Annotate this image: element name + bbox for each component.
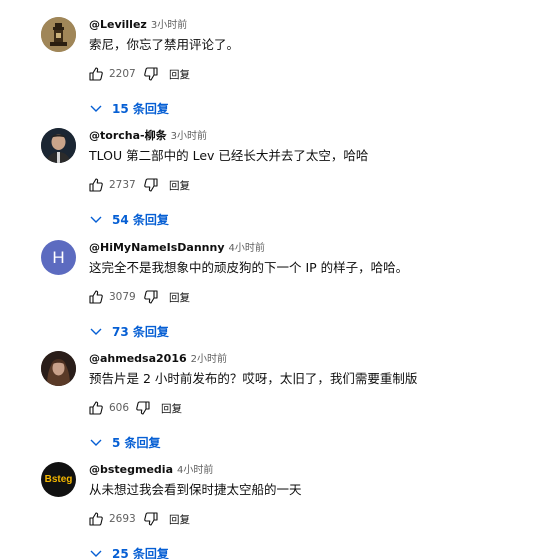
like-button[interactable] bbox=[86, 286, 106, 308]
timestamp[interactable]: 4小时前 bbox=[229, 243, 265, 254]
avatar[interactable]: Bsteg bbox=[41, 462, 76, 497]
chevron-down-icon bbox=[88, 211, 104, 227]
like-button[interactable] bbox=[86, 174, 106, 196]
avatar-logo-text: Bsteg bbox=[44, 474, 73, 485]
comment-item: Bsteg @bstegmedia 4小时前 从未想过我会看到保时捷太空船的一天 … bbox=[0, 462, 550, 559]
comment-text: 预告片是 2 小时前发布的？哎呀，太旧了，我们需要重制版 bbox=[89, 371, 418, 386]
view-replies-button[interactable]: 5 条回复 bbox=[88, 429, 161, 455]
like-button[interactable] bbox=[86, 397, 106, 419]
avatar[interactable] bbox=[41, 351, 76, 386]
reply-button[interactable]: 回复 bbox=[169, 178, 190, 193]
comment-item: @torcha-柳条 3小时前 TLOU 第二部中的 Lev 已经长大并去了太空，… bbox=[0, 128, 550, 239]
comment-actions: 2207 回复 bbox=[86, 63, 190, 85]
view-replies-button[interactable]: 15 条回复 bbox=[88, 95, 169, 121]
reply-button[interactable]: 回复 bbox=[169, 512, 190, 527]
replies-count-label: 25 条回复 bbox=[112, 546, 169, 559]
comment-header: @bstegmedia 4小时前 bbox=[89, 462, 213, 477]
thumbs-up-icon bbox=[89, 290, 103, 304]
author-name[interactable]: @HiMyNameIsDannny bbox=[89, 241, 225, 254]
reply-button[interactable]: 回复 bbox=[161, 401, 182, 416]
comment-actions: 3079 回复 bbox=[86, 286, 190, 308]
replies-count-label: 54 条回复 bbox=[112, 212, 169, 227]
dislike-button[interactable] bbox=[141, 63, 161, 85]
dislike-button[interactable] bbox=[141, 174, 161, 196]
comment-text: 这完全不是我想象中的顽皮狗的下一个 IP 的样子，哈哈。 bbox=[89, 260, 409, 275]
replies-count-label: 15 条回复 bbox=[112, 101, 169, 116]
comment-text: 索尼，你忘了禁用评论了。 bbox=[89, 37, 240, 52]
like-count: 3079 bbox=[109, 291, 136, 303]
comment-text: 从未想过我会看到保时捷太空船的一天 bbox=[89, 482, 302, 497]
comment-text: TLOU 第二部中的 Lev 已经长大并去了太空，哈哈 bbox=[89, 148, 369, 163]
reply-button[interactable]: 回复 bbox=[169, 67, 190, 82]
thumbs-down-icon bbox=[144, 512, 158, 526]
comment-item: H @HiMyNameIsDannny 4小时前 这完全不是我想象中的顽皮狗的下一… bbox=[0, 240, 550, 351]
comment-actions: 606 回复 bbox=[86, 397, 182, 419]
avatar[interactable]: H bbox=[41, 240, 76, 275]
author-name[interactable]: @Levillez bbox=[89, 18, 147, 31]
comment-item: @ahmedsa2016 2小时前 预告片是 2 小时前发布的？哎呀，太旧了，我们… bbox=[0, 351, 550, 462]
comment-actions: 2693 回复 bbox=[86, 508, 190, 530]
author-name[interactable]: @bstegmedia bbox=[89, 463, 173, 476]
like-count: 2737 bbox=[109, 179, 136, 191]
timestamp[interactable]: 3小时前 bbox=[151, 20, 187, 31]
comment-actions: 2737 回复 bbox=[86, 174, 190, 196]
dislike-button[interactable] bbox=[141, 508, 161, 530]
reply-button[interactable]: 回复 bbox=[169, 290, 190, 305]
avatar[interactable] bbox=[41, 17, 76, 52]
dislike-button[interactable] bbox=[133, 397, 153, 419]
thumbs-down-icon bbox=[144, 290, 158, 304]
woman-photo-avatar-icon bbox=[41, 351, 76, 386]
like-button[interactable] bbox=[86, 508, 106, 530]
replies-count-label: 5 条回复 bbox=[112, 435, 161, 450]
timestamp[interactable]: 2小时前 bbox=[191, 354, 227, 365]
comment-header: @ahmedsa2016 2小时前 bbox=[89, 351, 227, 366]
dislike-button[interactable] bbox=[141, 286, 161, 308]
chevron-down-icon bbox=[88, 323, 104, 339]
thumbs-down-icon bbox=[144, 67, 158, 81]
person-photo-avatar-icon bbox=[41, 128, 76, 163]
view-replies-button[interactable]: 25 条回复 bbox=[88, 540, 169, 559]
chevron-down-icon bbox=[88, 100, 104, 116]
like-count: 2693 bbox=[109, 513, 136, 525]
view-replies-button[interactable]: 73 条回复 bbox=[88, 318, 169, 344]
thumbs-up-icon bbox=[89, 67, 103, 81]
thumbs-down-icon bbox=[144, 178, 158, 192]
comment-header: @torcha-柳条 3小时前 bbox=[89, 128, 207, 143]
timestamp[interactable]: 4小时前 bbox=[177, 465, 213, 476]
thumbs-up-icon bbox=[89, 401, 103, 415]
author-name[interactable]: @torcha-柳条 bbox=[89, 129, 167, 142]
view-replies-button[interactable]: 54 条回复 bbox=[88, 206, 169, 232]
thumbs-up-icon bbox=[89, 512, 103, 526]
comment-header: @HiMyNameIsDannny 4小时前 bbox=[89, 240, 265, 255]
comment-item: @Levillez 3小时前 索尼，你忘了禁用评论了。 2207 回复 15 条回… bbox=[0, 17, 550, 128]
chevron-down-icon bbox=[88, 545, 104, 559]
thumbs-up-icon bbox=[89, 178, 103, 192]
tower-avatar-icon bbox=[41, 17, 76, 52]
replies-count-label: 73 条回复 bbox=[112, 324, 169, 339]
author-name[interactable]: @ahmedsa2016 bbox=[89, 352, 187, 365]
timestamp[interactable]: 3小时前 bbox=[171, 131, 207, 142]
like-count: 2207 bbox=[109, 68, 136, 80]
avatar-letter: H bbox=[52, 247, 65, 267]
thumbs-down-icon bbox=[136, 401, 150, 415]
avatar[interactable] bbox=[41, 128, 76, 163]
like-count: 606 bbox=[109, 402, 130, 414]
like-button[interactable] bbox=[86, 63, 106, 85]
comment-header: @Levillez 3小时前 bbox=[89, 17, 187, 32]
chevron-down-icon bbox=[88, 434, 104, 450]
